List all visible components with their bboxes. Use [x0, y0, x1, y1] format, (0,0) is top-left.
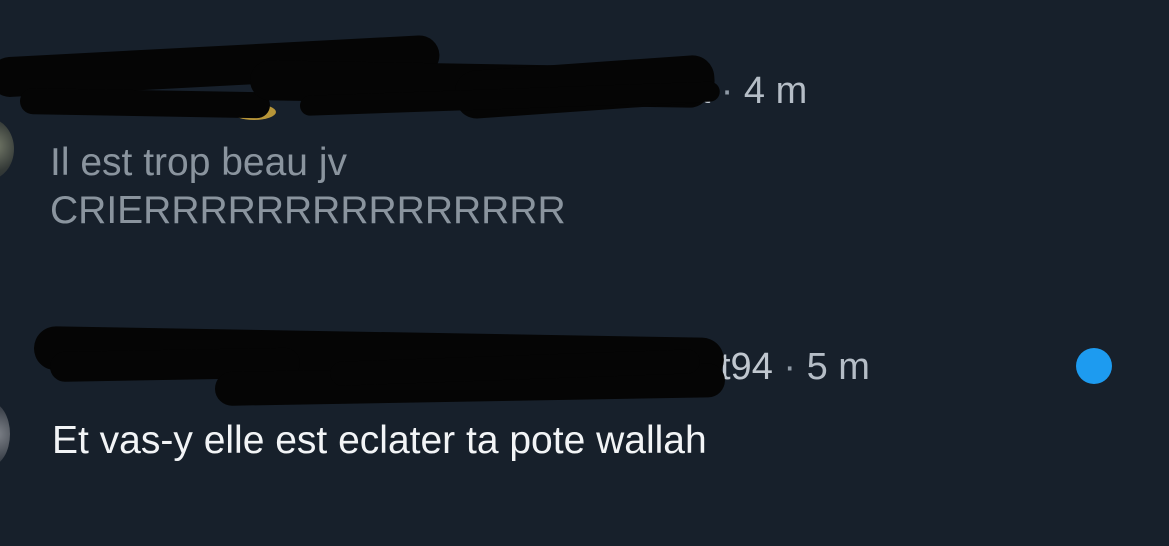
redaction-mark — [19, 88, 271, 119]
message-line: CRIERRRRRRRRRRRRRRR — [50, 189, 566, 232]
timestamp: 5 m — [806, 346, 870, 388]
message-text: Et vas-y elle est eclater ta pote wallah — [52, 419, 707, 462]
message-text: Il est trop beau jv CRIERRRRRRRRRRRRRRR — [50, 140, 566, 236]
unread-indicator — [1076, 348, 1112, 384]
handle-fragment: t94 — [720, 346, 773, 388]
avatar[interactable] — [0, 118, 14, 180]
message-line: Il est trop beau jv — [50, 141, 347, 184]
separator: · — [720, 70, 734, 112]
timestamp: 4 m — [743, 70, 808, 112]
avatar[interactable] — [0, 402, 10, 466]
separator: · — [783, 346, 797, 388]
